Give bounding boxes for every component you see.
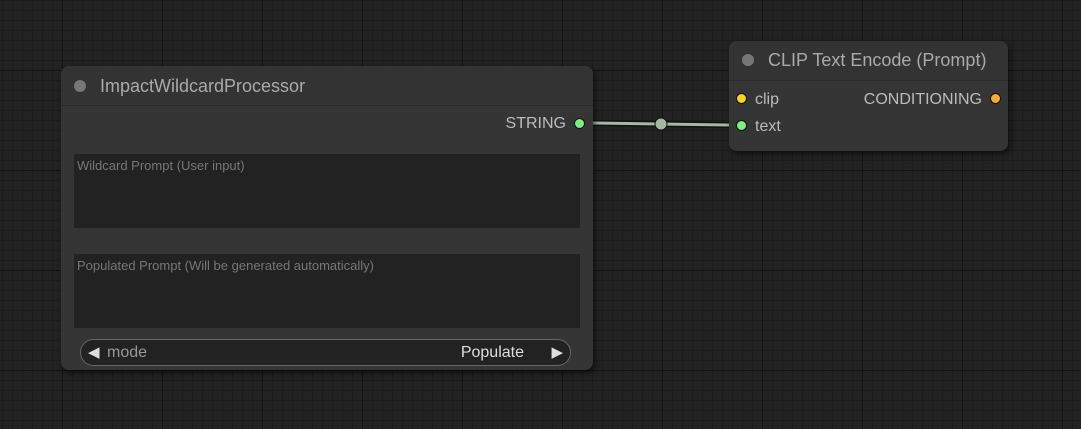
wildcard-processor-node[interactable]: ImpactWildcardProcessor STRING Wildcard …: [61, 66, 593, 370]
output-slot-string[interactable]: [574, 118, 585, 129]
collapse-dot-icon[interactable]: [742, 54, 754, 66]
output-slot-conditioning[interactable]: [990, 93, 1001, 104]
graph-canvas[interactable]: ImpactWildcardProcessor STRING Wildcard …: [0, 0, 1081, 429]
input-slot-clip[interactable]: [736, 93, 747, 104]
input-label-clip: clip: [755, 91, 780, 108]
mode-combo[interactable]: ◀ mode Populate ▶: [80, 339, 571, 366]
input-label-text: text: [755, 118, 781, 135]
populated-prompt-textarea[interactable]: Populated Prompt (Will be generated auto…: [74, 254, 580, 328]
node-title: CLIP Text Encode (Prompt): [768, 50, 987, 70]
clip-text-encode-node[interactable]: CLIP Text Encode (Prompt) clip CONDITION…: [729, 41, 1008, 151]
node-title-bar[interactable]: ImpactWildcardProcessor: [61, 66, 593, 106]
mode-value: Populate: [460, 344, 524, 361]
wildcard-prompt-placeholder: Wildcard Prompt (User input): [77, 158, 245, 173]
node-title: ImpactWildcardProcessor: [100, 76, 306, 96]
populated-prompt-placeholder: Populated Prompt (Will be generated auto…: [77, 258, 374, 273]
node-title-bar[interactable]: CLIP Text Encode (Prompt): [729, 41, 1008, 81]
input-slot-text[interactable]: [736, 120, 747, 131]
right-triangle-icon[interactable]: ▶: [551, 343, 563, 361]
output-label-string: STRING: [505, 115, 566, 132]
mode-label: mode: [107, 344, 148, 361]
collapse-dot-icon[interactable]: [74, 80, 86, 92]
wildcard-prompt-textarea[interactable]: Wildcard Prompt (User input): [74, 154, 580, 228]
output-label-conditioning: CONDITIONING: [863, 91, 982, 108]
link-center-handle[interactable]: [654, 117, 668, 131]
left-triangle-icon[interactable]: ◀: [88, 343, 100, 361]
